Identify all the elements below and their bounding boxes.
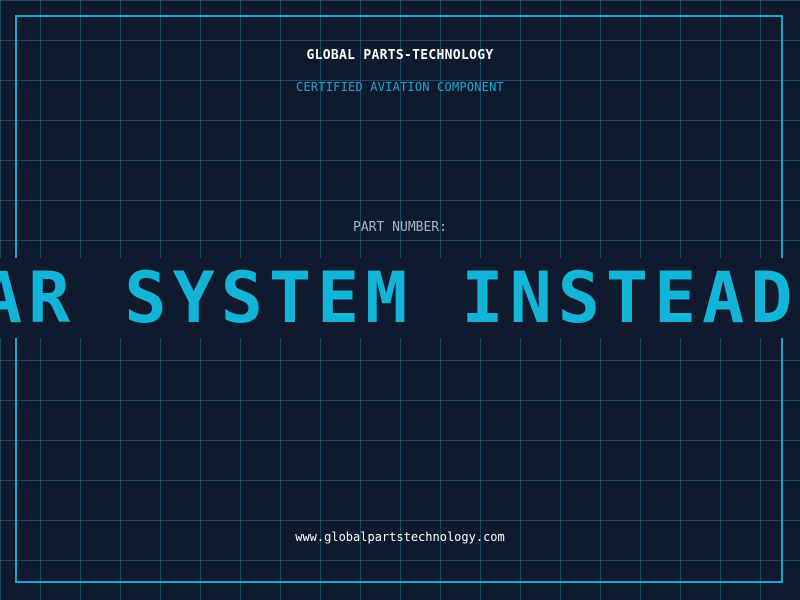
display-screen: GLOBAL PARTS-TECHNOLOGY CERTIFIED AVIATI… bbox=[0, 0, 800, 600]
website-url: www.globalpartstechnology.com bbox=[295, 530, 505, 544]
company-name: GLOBAL PARTS-TECHNOLOGY bbox=[306, 48, 494, 63]
part-number-ticker-text: AR SYSTEM INSTEAD O bbox=[0, 258, 800, 338]
part-number-ticker: AR SYSTEM INSTEAD O bbox=[0, 258, 800, 338]
certification-subtitle: CERTIFIED AVIATION COMPONENT bbox=[296, 80, 504, 94]
part-number-label: PART NUMBER: bbox=[353, 220, 447, 235]
